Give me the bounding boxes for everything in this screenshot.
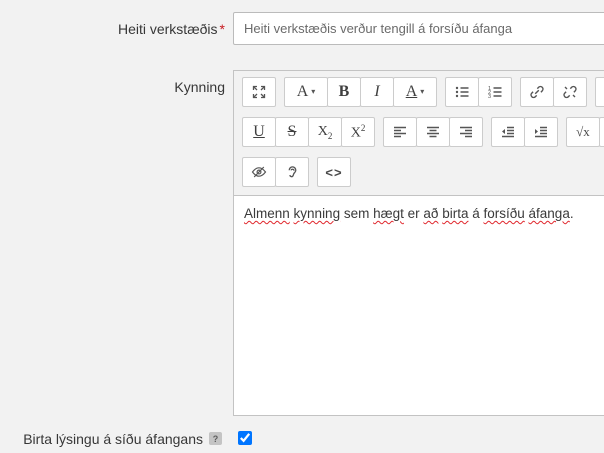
outdent-button[interactable] [491, 117, 525, 147]
equation-button[interactable]: √x [566, 117, 600, 147]
content-word: áfanga [528, 206, 570, 221]
indent-icon [533, 124, 549, 140]
paragraph-style-glyph: A [296, 83, 309, 100]
fullscreen-icon [251, 84, 267, 100]
media-group [595, 77, 604, 107]
intro-field-label-text: Kynning [174, 79, 225, 95]
content-word: hægt [373, 206, 404, 221]
show-description-checkbox[interactable] [238, 431, 252, 445]
list-group: 123 [445, 77, 512, 107]
editor-content-area[interactable]: Almenn kynning sem hægt er að birta á fo… [234, 195, 604, 415]
help-icon-glyph: ? [212, 433, 219, 444]
help-icon[interactable]: ? [209, 432, 222, 445]
align-center-button[interactable] [416, 117, 450, 147]
unlink-icon [562, 84, 578, 100]
content-word: að [423, 206, 439, 221]
numbered-list-icon: 123 [487, 84, 503, 100]
content-word: kynning [293, 206, 341, 221]
insert-group: √x [566, 117, 604, 147]
required-asterisk: * [219, 21, 225, 37]
indent-group [491, 117, 558, 147]
equation-glyph: √x [576, 124, 590, 139]
alignment-group [383, 117, 483, 147]
workshop-name-input[interactable] [233, 12, 604, 45]
html-group: <> [317, 157, 351, 187]
link-group [520, 77, 587, 107]
align-center-icon [425, 124, 441, 140]
subscript-glyph: X2 [317, 123, 333, 141]
name-field-label-text: Heiti verkstæðis [117, 21, 218, 37]
strikethrough-glyph: S [287, 123, 297, 140]
italic-button[interactable]: I [360, 77, 394, 107]
svg-text:3: 3 [488, 94, 491, 100]
show-description-label: Birta lýsingu á síðu áfangans [0, 431, 203, 447]
editor-content-text: Almenn kynning sem hægt er að birta á fo… [244, 205, 604, 223]
intro-rich-text-editor: A ▾ B I A ▾ 1 2 3 U S X2 X2 √x <> Almenn… [233, 70, 604, 416]
format-group: A ▾ B I A ▾ [284, 77, 437, 107]
accessibility-group [242, 157, 309, 187]
content-word: Almenn [244, 206, 290, 221]
font-color-button[interactable]: A ▾ [393, 77, 437, 107]
link-button[interactable] [520, 77, 554, 107]
content-word: birta [442, 206, 469, 221]
screenreader-helper-button[interactable] [275, 157, 309, 187]
name-field-label: Heiti verkstæðis * [0, 21, 225, 37]
content-word: . [569, 206, 574, 221]
italic-glyph: I [374, 83, 380, 100]
align-left-button[interactable] [383, 117, 417, 147]
indent-button[interactable] [524, 117, 558, 147]
html-source-button[interactable]: <> [317, 157, 351, 187]
toolbar-row-3: <> [242, 157, 604, 187]
chevron-down-icon: ▾ [311, 87, 316, 96]
bullet-list-button[interactable] [445, 77, 479, 107]
paragraph-style-button[interactable]: A ▾ [284, 77, 328, 107]
bullet-list-icon [454, 84, 470, 100]
intro-field-label: Kynning [0, 79, 225, 95]
toolbar-row-1: A ▾ B I A ▾ 1 2 3 [242, 77, 604, 107]
underline-button[interactable]: U [242, 117, 276, 147]
content-word: sem [340, 206, 374, 221]
accessibility-checker-icon [251, 164, 267, 180]
html-source-glyph: <> [325, 164, 343, 180]
underline-glyph: U [253, 123, 265, 140]
fullscreen-button[interactable] [242, 77, 276, 107]
strikethrough-button[interactable]: S [275, 117, 309, 147]
superscript-button[interactable]: X2 [341, 117, 375, 147]
content-word: er [403, 206, 424, 221]
numbered-list-button[interactable]: 123 [478, 77, 512, 107]
outdent-icon [500, 124, 516, 140]
superscript-glyph: X2 [350, 122, 366, 141]
collapse-group [242, 77, 276, 107]
content-word: á [468, 206, 484, 221]
link-icon [529, 84, 545, 100]
toolbar-row-2: U S X2 X2 √x [242, 117, 604, 147]
image-button[interactable] [595, 77, 604, 107]
show-description-label-text: Birta lýsingu á síðu áfangans [23, 431, 203, 447]
align-left-icon [392, 124, 408, 140]
text-style-group: U S X2 X2 [242, 117, 375, 147]
screenreader-helper-icon [284, 164, 300, 180]
accessibility-checker-button[interactable] [242, 157, 276, 187]
align-right-icon [458, 124, 474, 140]
align-right-button[interactable] [449, 117, 483, 147]
subscript-button[interactable]: X2 [308, 117, 342, 147]
special-character-button[interactable] [599, 117, 604, 147]
bold-glyph: B [338, 83, 350, 100]
unlink-button[interactable] [553, 77, 587, 107]
content-word: forsíðu [483, 206, 525, 221]
chevron-down-icon: ▾ [420, 87, 425, 96]
bold-button[interactable]: B [327, 77, 361, 107]
editor-toolbar: A ▾ B I A ▾ 1 2 3 U S X2 X2 √x <> [234, 71, 604, 187]
font-color-glyph: A [405, 83, 418, 100]
